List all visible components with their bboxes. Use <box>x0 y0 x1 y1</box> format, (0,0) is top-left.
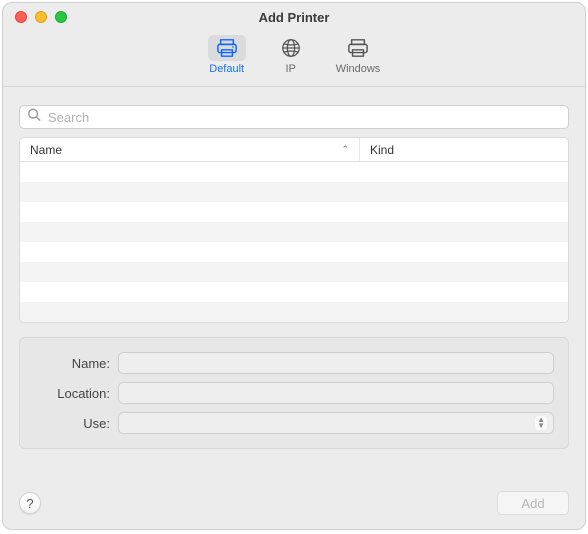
search-field <box>19 105 569 129</box>
help-button[interactable]: ? <box>19 492 41 514</box>
name-input[interactable] <box>118 352 554 374</box>
form-panel: Name: Location: Use: ▲▼ <box>19 337 569 449</box>
chevron-up-down-icon: ▲▼ <box>535 416 547 430</box>
form-row-use: Use: ▲▼ <box>34 412 554 434</box>
table-row <box>20 262 568 282</box>
table-row <box>20 162 568 182</box>
table-row <box>20 302 568 322</box>
table-body <box>20 162 568 322</box>
printer-icon <box>216 38 238 58</box>
table-header: Name ⌃ Kind <box>20 138 568 162</box>
form-row-location: Location: <box>34 382 554 404</box>
sort-ascending-icon: ⌃ <box>341 144 349 155</box>
name-label: Name: <box>34 356 110 371</box>
table-row <box>20 182 568 202</box>
add-printer-window: Add Printer Default <box>2 2 586 530</box>
add-button[interactable]: Add <box>497 491 569 515</box>
globe-icon <box>280 37 302 59</box>
table-row <box>20 242 568 262</box>
use-select[interactable]: ▲▼ <box>118 412 554 434</box>
tab-default[interactable]: Default <box>202 33 252 75</box>
toolbar: Default IP Windo <box>3 31 585 87</box>
form-row-name: Name: <box>34 352 554 374</box>
tab-ip[interactable]: IP <box>266 33 316 75</box>
help-icon: ? <box>26 496 33 511</box>
column-header-kind[interactable]: Kind <box>360 138 568 161</box>
search-input[interactable] <box>19 105 569 129</box>
body: Name ⌃ Kind Name: <box>3 87 585 491</box>
footer: ? Add <box>3 491 585 529</box>
column-kind-label: Kind <box>370 143 394 157</box>
column-header-name[interactable]: Name ⌃ <box>20 138 360 161</box>
location-input[interactable] <box>118 382 554 404</box>
printer-table: Name ⌃ Kind <box>19 137 569 323</box>
tab-windows-label: Windows <box>336 63 381 75</box>
column-name-label: Name <box>30 143 62 157</box>
printer-alt-icon <box>347 38 369 58</box>
table-row <box>20 202 568 222</box>
table-row <box>20 282 568 302</box>
window-title: Add Printer <box>3 10 585 25</box>
tab-windows[interactable]: Windows <box>330 33 387 75</box>
use-label: Use: <box>34 416 110 431</box>
table-row <box>20 222 568 242</box>
location-label: Location: <box>34 386 110 401</box>
titlebar: Add Printer <box>3 3 585 31</box>
tab-default-label: Default <box>209 63 244 75</box>
tab-ip-label: IP <box>285 63 295 75</box>
